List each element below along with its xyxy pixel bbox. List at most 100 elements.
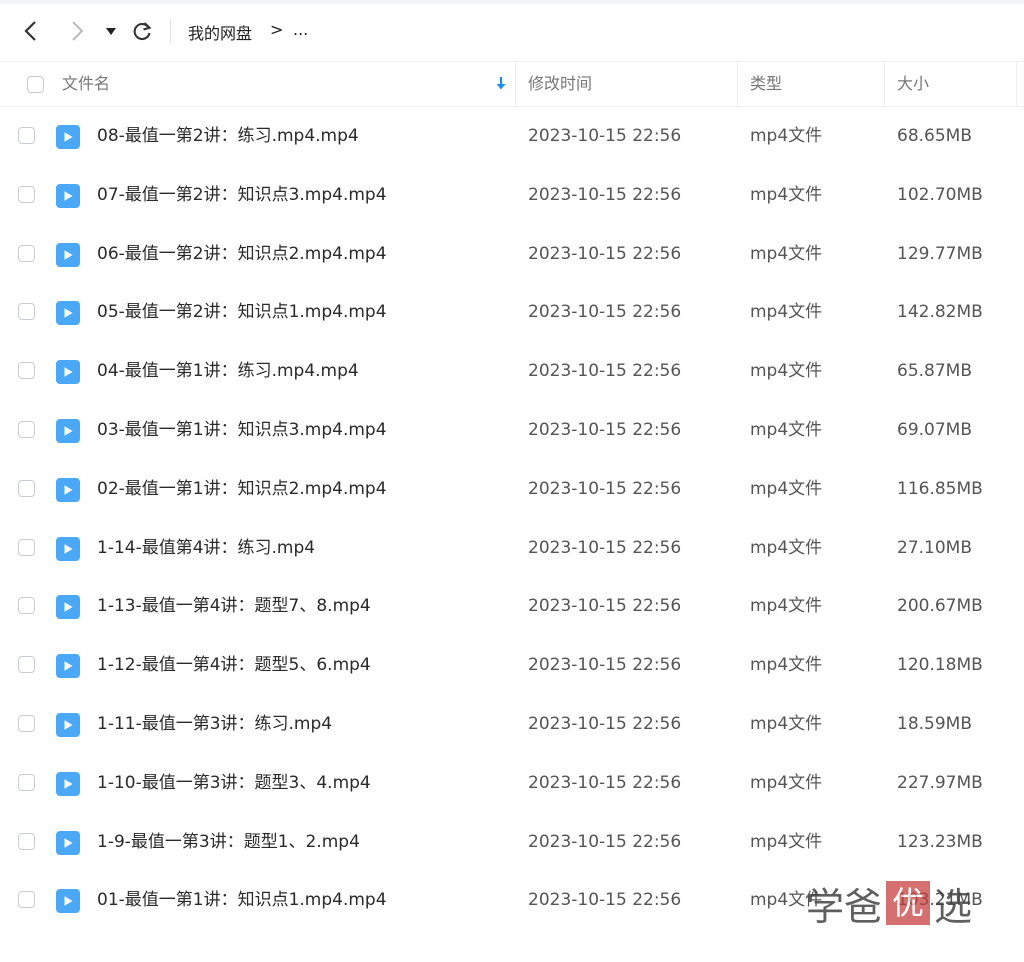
file-size: 123.23MB <box>897 831 983 852</box>
header-divider <box>515 62 516 106</box>
file-name[interactable]: 1-10-最值一第3讲：题型3、4.mp4 <box>97 754 371 813</box>
file-type: mp4文件 <box>750 537 823 558</box>
file-name[interactable]: 1-11-最值一第3讲：练习.mp4 <box>97 695 332 754</box>
file-type: mp4文件 <box>750 302 823 323</box>
file-name[interactable]: 1-13-最值一第4讲：题型7、8.mp4 <box>97 577 371 636</box>
file-modified-time: 2023-10-15 22:56 <box>528 890 682 911</box>
file-name[interactable]: 06-最值一第2讲：知识点2.mp4.mp4 <box>97 225 387 284</box>
file-modified-time: 2023-10-15 22:56 <box>528 126 682 146</box>
video-file-icon <box>56 830 80 855</box>
file-type: mp4文件 <box>750 596 823 617</box>
file-size: 116.85MB <box>897 478 983 499</box>
file-modified-time: 2023-10-15 22:56 <box>528 184 682 205</box>
top-divider <box>0 0 1024 4</box>
video-file-icon <box>56 360 80 385</box>
video-file-icon <box>56 654 80 679</box>
row-checkbox[interactable] <box>18 479 35 497</box>
row-checkbox[interactable] <box>18 244 35 262</box>
file-name[interactable]: 04-最值一第1讲：练习.mp4.mp4 <box>97 342 359 401</box>
file-size: 18.59MB <box>897 713 972 734</box>
file-type: mp4文件 <box>750 126 823 146</box>
file-name[interactable]: 1-14-最值第4讲：练习.mp4 <box>97 519 315 578</box>
row-checkbox[interactable] <box>18 303 35 321</box>
sort-down-arrow-icon[interactable] <box>495 76 507 92</box>
header-modified[interactable]: 修改时间 <box>528 62 592 106</box>
file-name[interactable]: 03-最值一第1讲：知识点3.mp4.mp4 <box>97 401 387 460</box>
video-file-icon <box>56 477 80 502</box>
file-type: mp4文件 <box>750 184 823 205</box>
video-file-icon <box>56 536 80 561</box>
file-name[interactable]: 01-最值一第1讲：知识点1.mp4.mp4 <box>97 871 387 930</box>
header-divider <box>1016 62 1017 106</box>
forward-button[interactable] <box>62 16 92 46</box>
file-modified-time: 2023-10-15 22:56 <box>528 302 682 323</box>
file-size: 69.07MB <box>897 419 972 440</box>
back-button[interactable] <box>16 16 46 46</box>
breadcrumb-more[interactable]: ... <box>293 20 308 39</box>
file-row[interactable]: 1-12-最值一第4讲：题型5、6.mp4 2023-10-15 22:56 mp4… <box>0 636 1024 695</box>
refresh-icon <box>133 22 152 41</box>
file-size: 142.82MB <box>897 302 983 323</box>
row-checkbox[interactable] <box>18 891 35 909</box>
chevron-left-icon <box>24 21 36 41</box>
header-type[interactable]: 类型 <box>750 62 782 106</box>
file-row[interactable]: 1-11-最值一第3讲：练习.mp4 2023-10-15 22:56 mp4文件 1… <box>0 695 1024 754</box>
file-row[interactable]: 1-10-最值一第3讲：题型3、4.mp4 2023-10-15 22:56 mp4… <box>0 754 1024 813</box>
file-type: mp4文件 <box>750 772 823 793</box>
file-name[interactable]: 1-9-最值一第3讲：题型1、2.mp4 <box>97 813 360 872</box>
video-file-icon <box>56 595 80 620</box>
file-type: mp4文件 <box>750 890 823 911</box>
file-type: mp4文件 <box>750 243 823 264</box>
file-row[interactable]: 1-14-最值第4讲：练习.mp4 2023-10-15 22:56 mp4文件 27… <box>0 519 1024 578</box>
file-type: mp4文件 <box>750 419 823 440</box>
toolbar: 我的网盘 > ... <box>0 6 1024 60</box>
row-checkbox[interactable] <box>18 656 35 674</box>
file-row[interactable]: 01-最值一第1讲：知识点1.mp4.mp4 2023-10-15 22:56 mp… <box>0 871 1024 930</box>
file-row[interactable]: 06-最值一第2讲：知识点2.mp4.mp4 2023-10-15 22:56 mp… <box>0 225 1024 284</box>
video-file-icon <box>56 712 80 737</box>
row-checkbox[interactable] <box>18 185 35 203</box>
file-row[interactable]: 04-最值一第1讲：练习.mp4.mp4 2023-10-15 22:56 mp4文… <box>0 342 1024 401</box>
file-name[interactable]: 07-最值一第2讲：知识点3.mp4.mp4 <box>97 166 387 225</box>
row-checkbox[interactable] <box>18 832 35 850</box>
file-name[interactable]: 05-最值一第2讲：知识点1.mp4.mp4 <box>97 283 387 342</box>
file-modified-time: 2023-10-15 22:56 <box>528 361 682 382</box>
header-name[interactable]: 文件名 <box>62 62 110 106</box>
row-checkbox[interactable] <box>18 714 35 732</box>
file-row[interactable]: 1-9-最值一第3讲：题型1、2.mp4 2023-10-15 22:56 mp4文… <box>0 813 1024 872</box>
file-name[interactable]: 02-最值一第1讲：知识点2.mp4.mp4 <box>97 460 387 519</box>
file-name[interactable]: 08-最值一第2讲：练习.mp4.mp4 <box>97 107 359 166</box>
select-all-checkbox[interactable] <box>27 76 44 93</box>
header-divider <box>884 62 885 106</box>
video-file-icon <box>56 125 80 149</box>
caret-down-icon <box>106 28 116 35</box>
video-file-icon <box>56 771 80 796</box>
header-divider <box>737 62 738 106</box>
file-size: 68.65MB <box>897 126 972 146</box>
file-row[interactable]: 07-最值一第2讲：知识点3.mp4.mp4 2023-10-15 22:56 mp… <box>0 166 1024 225</box>
history-dropdown-button[interactable] <box>98 16 124 46</box>
file-row[interactable]: 03-最值一第1讲：知识点3.mp4.mp4 2023-10-15 22:56 mp… <box>0 401 1024 460</box>
file-type: mp4文件 <box>750 478 823 499</box>
file-list: 08-最值一第2讲：练习.mp4.mp4 2023-10-15 22:56 mp4文… <box>0 107 1024 930</box>
row-checkbox[interactable] <box>18 597 35 615</box>
row-checkbox[interactable] <box>18 127 35 144</box>
file-modified-time: 2023-10-15 22:56 <box>528 772 682 793</box>
file-row[interactable]: 02-最值一第1讲：知识点2.mp4.mp4 2023-10-15 22:56 mp… <box>0 460 1024 519</box>
header-size[interactable]: 大小 <box>897 62 929 106</box>
file-list-header: 文件名 修改时间 类型 大小 <box>0 61 1024 107</box>
row-checkbox[interactable] <box>18 773 35 791</box>
row-checkbox[interactable] <box>18 362 35 380</box>
file-size: 227.97MB <box>897 772 983 793</box>
breadcrumb-root[interactable]: 我的网盘 <box>188 20 252 44</box>
row-checkbox[interactable] <box>18 420 35 438</box>
file-row[interactable]: 08-最值一第2讲：练习.mp4.mp4 2023-10-15 22:56 mp4文… <box>0 107 1024 166</box>
file-size: 65.87MB <box>897 361 972 382</box>
toolbar-separator <box>170 18 171 44</box>
file-row[interactable]: 05-最值一第2讲：知识点1.mp4.mp4 2023-10-15 22:56 mp… <box>0 283 1024 342</box>
file-row[interactable]: 1-13-最值一第4讲：题型7、8.mp4 2023-10-15 22:56 mp4… <box>0 577 1024 636</box>
row-checkbox[interactable] <box>18 538 35 556</box>
file-size: 129.77MB <box>897 243 983 264</box>
file-name[interactable]: 1-12-最值一第4讲：题型5、6.mp4 <box>97 636 371 695</box>
refresh-button[interactable] <box>127 16 157 46</box>
